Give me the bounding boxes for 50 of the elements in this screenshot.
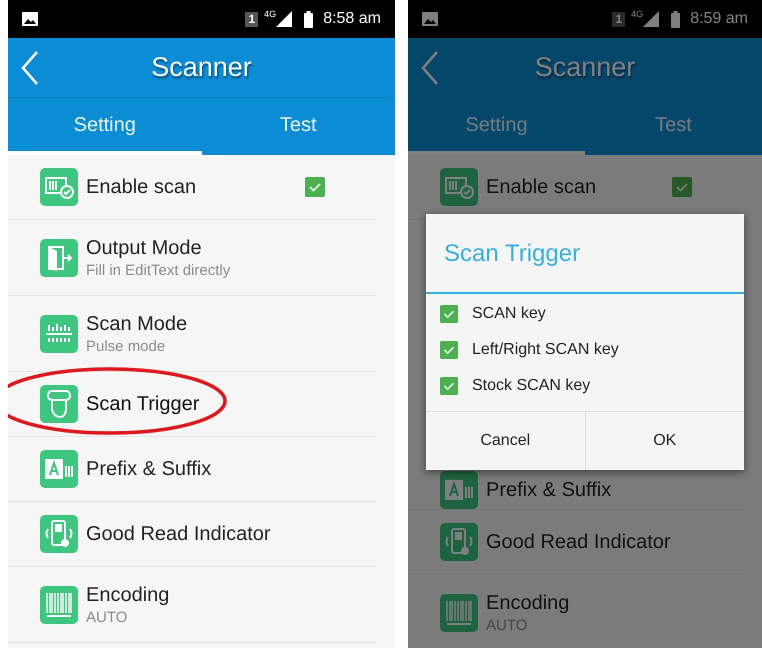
screen-title: Scanner — [151, 51, 252, 84]
setting-title[interactable]: Output Mode — [86, 234, 325, 260]
setting-value: Fill in EditText directly — [86, 260, 232, 280]
battery-icon — [304, 10, 314, 28]
signal-icon — [643, 11, 660, 27]
setting-title[interactable]: Good Read Indicator — [86, 521, 325, 547]
setting-title[interactable]: Prefix & Suffix — [486, 476, 692, 502]
barcode-check-icon — [440, 168, 478, 206]
checked-checkbox[interactable] — [440, 340, 458, 358]
option-label[interactable]: Stock SCAN key — [472, 374, 590, 398]
clock: 8:58 am — [323, 9, 381, 29]
clock: 8:59 am — [690, 9, 748, 29]
checked-checkbox[interactable] — [440, 376, 458, 394]
barcode-icon — [440, 594, 478, 632]
setting-title[interactable]: Prefix & Suffix — [86, 456, 325, 482]
network-label: 4G — [264, 10, 276, 19]
setting-value: AUTO — [86, 608, 128, 628]
setting-title[interactable]: Scan Trigger — [86, 391, 325, 417]
barcode-check-icon — [40, 168, 78, 206]
signal-icon — [276, 11, 292, 27]
text-bars-icon — [40, 450, 78, 488]
phone-icon — [440, 523, 478, 561]
hand-icon — [40, 385, 78, 423]
option-label[interactable]: SCAN key — [472, 302, 546, 326]
network-label: 4G — [631, 10, 644, 19]
battery-icon — [671, 10, 680, 28]
checked-checkbox[interactable] — [440, 304, 458, 322]
option-label[interactable]: Left/Right SCAN key — [472, 338, 619, 362]
checked-checkbox[interactable] — [672, 177, 692, 197]
phone-icon — [40, 515, 78, 553]
setting-title[interactable]: Enable scan — [486, 174, 664, 200]
setting-value: Pulse mode — [86, 336, 166, 356]
dialog-title: Scan Trigger — [426, 214, 744, 294]
barcode-icon — [40, 586, 78, 624]
setting-title[interactable]: Good Read Indicator — [486, 529, 692, 555]
image-icon — [422, 12, 438, 26]
image-icon — [22, 12, 38, 26]
barcode-icon — [40, 314, 78, 352]
setting-title[interactable]: Enable scan — [86, 174, 297, 200]
back-icon[interactable] — [20, 50, 40, 86]
sim-indicator: 1 — [245, 12, 258, 26]
back-icon[interactable] — [420, 50, 440, 86]
setting-title[interactable]: Encoding — [486, 590, 692, 616]
dialog-button[interactable]: Cancel — [426, 412, 584, 470]
setting-title[interactable]: Encoding — [86, 582, 325, 608]
checked-checkbox[interactable] — [305, 177, 325, 197]
sim-indicator: 1 — [612, 12, 626, 26]
screen-title: Scanner — [534, 51, 636, 84]
dialog-button[interactable]: OK — [584, 412, 744, 470]
setting-title[interactable]: Scan Mode — [86, 310, 325, 336]
